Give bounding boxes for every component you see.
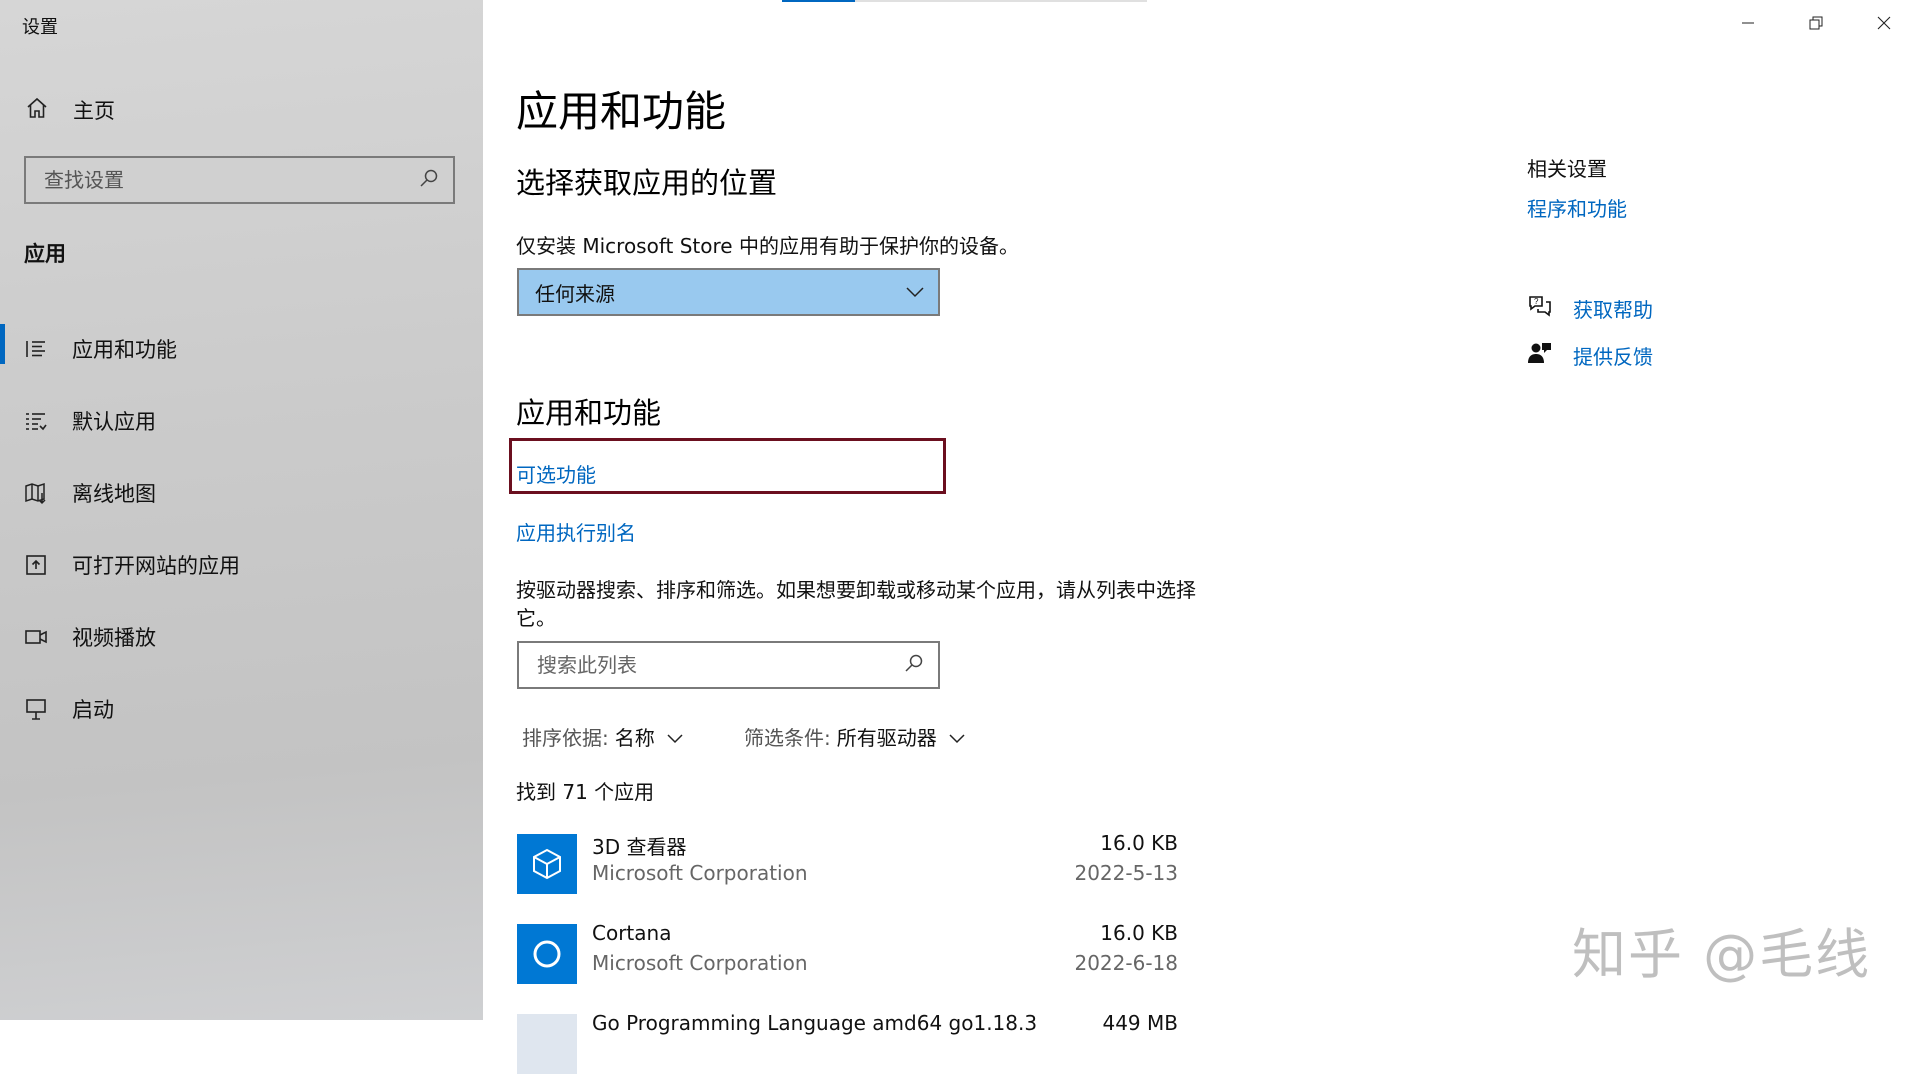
sidebar-item-apps-features[interactable]: 应用和功能 <box>0 313 483 385</box>
filter-by-label: 筛选条件: <box>744 726 831 750</box>
sidebar-item-offline-maps[interactable]: 离线地图 <box>0 457 483 529</box>
sort-by-value: 名称 <box>614 726 655 750</box>
get-help-label: 获取帮助 <box>1573 297 1653 322</box>
location-heading: 选择获取应用的位置 <box>516 166 778 200</box>
3d-viewer-icon <box>517 834 577 894</box>
sidebar: 设置 主页 应用 应用和功能 <box>0 0 483 1020</box>
programs-features-link[interactable]: 程序和功能 <box>1527 193 1627 222</box>
app-name: 3D 查看器 <box>592 835 687 859</box>
minimize-button[interactable] <box>1714 0 1782 48</box>
close-icon <box>1877 15 1891 34</box>
apps-heading: 应用和功能 <box>516 396 662 430</box>
sort-by-dropdown[interactable]: 排序依据: 名称 <box>522 722 683 751</box>
app-date: 2022-6-18 <box>1074 951 1178 975</box>
app-list-item[interactable]: Cortana Microsoft Corporation 16.0 KB 20… <box>516 921 1178 991</box>
sidebar-item-apps-for-websites[interactable]: 可打开网站的应用 <box>0 529 483 601</box>
chat-help-icon: ? <box>1527 293 1553 323</box>
sidebar-item-label: 视频播放 <box>72 626 156 650</box>
app-publisher: Microsoft Corporation <box>592 861 808 885</box>
apps-features-icon <box>24 337 48 361</box>
watermark-text: 知乎 @毛线 <box>1572 923 1872 986</box>
svg-text:?: ? <box>1534 297 1539 306</box>
app-source-value: 任何来源 <box>535 281 615 306</box>
minimize-icon <box>1741 15 1755 34</box>
app-list-search-box[interactable] <box>517 641 940 689</box>
app-date: 2022-5-13 <box>1074 861 1178 885</box>
sort-by-label: 排序依据: <box>522 726 609 750</box>
startup-icon <box>24 697 48 721</box>
home-label: 主页 <box>73 99 115 123</box>
page-title: 应用和功能 <box>516 87 727 136</box>
sidebar-item-label: 启动 <box>72 698 114 722</box>
offline-maps-icon <box>24 481 48 505</box>
get-help-link[interactable]: ? 获取帮助 <box>1527 293 1653 323</box>
app-execution-alias-link[interactable]: 应用执行别名 <box>516 517 636 546</box>
settings-search-box[interactable] <box>24 156 455 204</box>
app-size: 449 MB <box>1102 1011 1178 1035</box>
sidebar-section-label: 应用 <box>24 242 66 266</box>
video-playback-icon <box>24 625 48 649</box>
optional-features-link[interactable]: 可选功能 <box>516 459 596 488</box>
sidebar-item-default-apps[interactable]: 默认应用 <box>0 385 483 457</box>
window-title: 设置 <box>22 17 58 38</box>
chevron-down-icon <box>906 283 924 302</box>
sidebar-home[interactable]: 主页 <box>25 93 115 127</box>
top-progress-strip <box>782 0 1147 2</box>
app-size: 16.0 KB <box>1100 831 1178 855</box>
app-list-item[interactable]: 3D 查看器 Microsoft Corporation 16.0 KB 202… <box>516 831 1178 901</box>
location-description: 仅安装 Microsoft Store 中的应用有助于保护你的设备。 <box>516 234 1019 258</box>
filter-by-dropdown[interactable]: 筛选条件: 所有驱动器 <box>744 722 965 751</box>
sidebar-item-label: 应用和功能 <box>72 338 177 362</box>
app-list-search-input[interactable] <box>535 652 904 678</box>
search-icon[interactable] <box>419 168 439 192</box>
related-settings-title: 相关设置 <box>1527 157 1607 181</box>
sidebar-nav: 应用和功能 默认应用 离线地图 可打开网站的应用 视频播放 启动 <box>0 313 483 745</box>
sidebar-item-startup[interactable]: 启动 <box>0 673 483 745</box>
app-source-dropdown[interactable]: 任何来源 <box>517 268 940 316</box>
sidebar-item-label: 离线地图 <box>72 482 156 506</box>
home-icon <box>25 96 49 124</box>
close-button[interactable] <box>1850 0 1918 48</box>
go-app-icon <box>517 1014 577 1074</box>
default-apps-icon <box>24 409 48 433</box>
restore-icon <box>1809 15 1823 34</box>
search-description: 按驱动器搜索、排序和筛选。如果想要卸载或移动某个应用，请从列表中选择它。 <box>516 578 1196 630</box>
app-count: 找到 71 个应用 <box>516 780 655 804</box>
chevron-down-icon <box>655 725 683 749</box>
give-feedback-link[interactable]: 提供反馈 <box>1527 340 1653 370</box>
sidebar-item-label: 可打开网站的应用 <box>72 554 240 578</box>
chevron-down-icon <box>937 725 965 749</box>
app-name: Go Programming Language amd64 go1.18.3 <box>592 1011 1038 1035</box>
settings-search-input[interactable] <box>42 167 419 193</box>
filter-by-value: 所有驱动器 <box>836 726 937 750</box>
sidebar-item-video-playback[interactable]: 视频播放 <box>0 601 483 673</box>
search-icon[interactable] <box>904 653 924 677</box>
apps-for-websites-icon <box>24 553 48 577</box>
cortana-icon <box>517 924 577 984</box>
give-feedback-label: 提供反馈 <box>1573 344 1653 369</box>
app-size: 16.0 KB <box>1100 921 1178 945</box>
sidebar-item-label: 默认应用 <box>72 410 156 434</box>
app-publisher: Microsoft Corporation <box>592 951 808 975</box>
restore-button[interactable] <box>1782 0 1850 48</box>
app-list-item[interactable]: Go Programming Language amd64 go1.18.3 4… <box>516 1011 1178 1081</box>
app-name: Cortana <box>592 921 672 945</box>
feedback-icon <box>1527 340 1553 370</box>
